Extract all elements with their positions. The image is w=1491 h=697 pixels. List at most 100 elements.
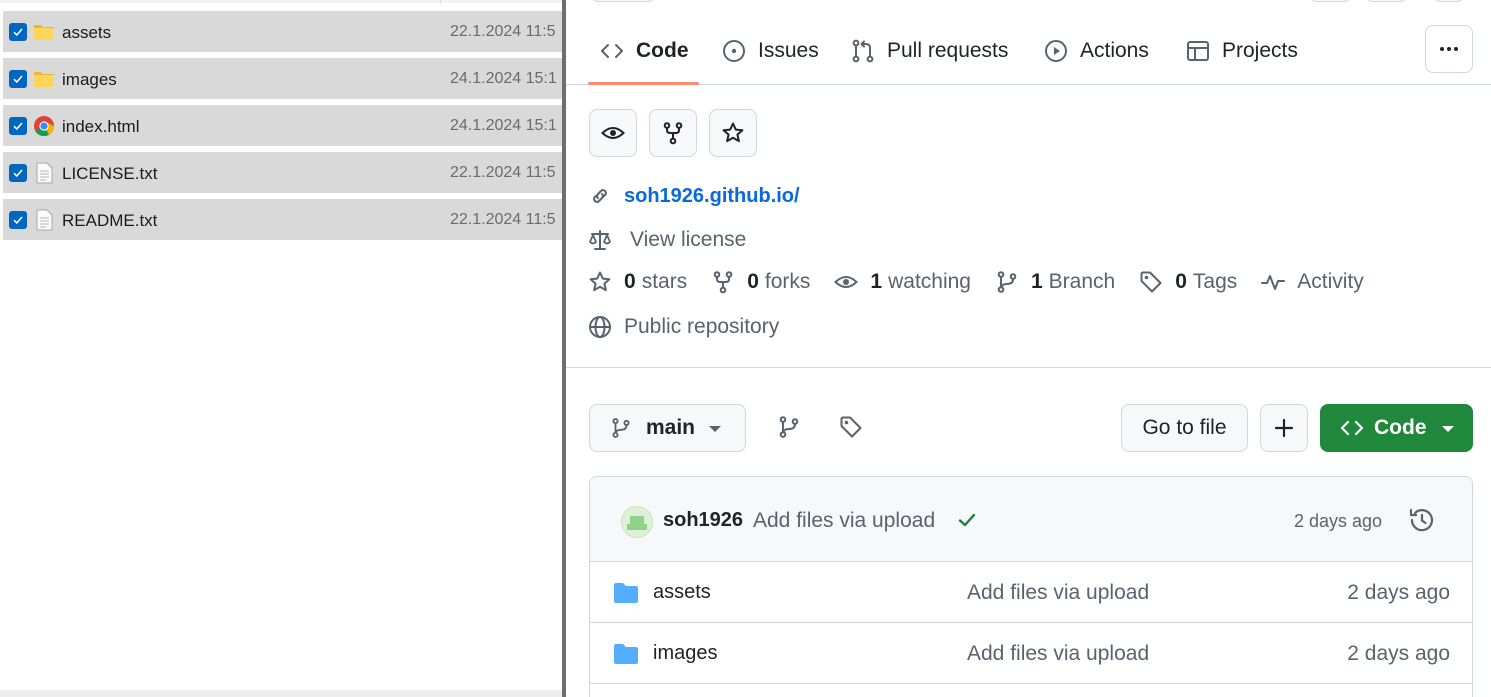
explorer-row-images[interactable]: images 24.1.2024 15:1 [3, 58, 562, 99]
star-icon [722, 122, 744, 143]
star-icon [589, 271, 611, 292]
tab-actions[interactable]: Actions [1044, 28, 1149, 74]
text-file-icon [36, 162, 53, 184]
stat-branches[interactable]: 1 Branch [995, 270, 1115, 294]
file-row-name[interactable]: assets [653, 581, 711, 604]
column-separator[interactable] [440, 0, 441, 3]
check-icon[interactable] [957, 510, 977, 530]
file-row-assets[interactable]: assets Add files via upload 2 days ago [590, 562, 1472, 623]
file-row-name[interactable]: images [653, 642, 717, 665]
checkbox[interactable] [9, 211, 27, 229]
branch-icon [997, 271, 1017, 293]
tab-label: Pull requests [887, 39, 1009, 62]
file-date: 22.1.2024 11:5 [450, 211, 556, 228]
branches-link[interactable] [776, 414, 802, 440]
stat-forks[interactable]: 0 forks [711, 270, 810, 294]
watch-button[interactable] [589, 109, 637, 157]
code-button-label: Code [1374, 416, 1427, 439]
file-row-commit[interactable]: Add files via upload [967, 642, 1149, 666]
fork-button[interactable] [649, 109, 697, 157]
checkbox[interactable] [9, 23, 27, 41]
checkbox[interactable] [9, 164, 27, 182]
checkbox[interactable] [9, 117, 27, 135]
folder-icon [34, 25, 54, 40]
tags-link[interactable] [838, 414, 864, 440]
tab-label: Code [636, 39, 689, 62]
watching-count: 1 [870, 270, 883, 293]
section-divider [566, 367, 1491, 368]
github-repo-page: Code Issues Pull requests Actions Projec… [566, 0, 1491, 697]
explorer-row-assets[interactable]: assets 22.1.2024 11:5 [3, 11, 562, 52]
link-icon [593, 189, 607, 203]
code-dropdown-button[interactable]: Code [1320, 404, 1473, 452]
file-row-time: 2 days ago [1347, 581, 1450, 604]
stat-activity[interactable]: Activity [1261, 270, 1364, 294]
add-file-button[interactable] [1260, 404, 1308, 452]
kebab-horizontal-icon [1440, 47, 1458, 51]
tab-code[interactable]: Code [600, 28, 689, 74]
stars-count: 0 [624, 270, 636, 293]
repo-homepage-link[interactable]: soh1926.github.io/ [624, 185, 800, 208]
file-name: images [62, 70, 117, 89]
stars-label: stars [641, 270, 688, 293]
file-row-time: 2 days ago [1347, 642, 1450, 665]
stat-tags[interactable]: 0 Tags [1139, 270, 1237, 294]
license-label: View license [630, 228, 747, 251]
branch-icon [612, 418, 630, 438]
avatar[interactable] [621, 506, 653, 538]
file-row-images[interactable]: images Add files via upload 2 days ago [590, 623, 1472, 684]
commit-author[interactable]: soh1926 [663, 509, 743, 532]
horizontal-scrollbar[interactable] [0, 690, 562, 697]
plus-icon [1274, 418, 1294, 438]
file-name: index.html [62, 117, 140, 136]
stat-watching[interactable]: 1 watching [834, 270, 971, 294]
file-row-commit[interactable]: Add files via upload [967, 581, 1149, 605]
chrome-icon [34, 116, 55, 137]
explorer-row-index-html[interactable]: index.html 24.1.2024 15:1 [3, 105, 562, 146]
stat-stars[interactable]: 0 stars [588, 270, 687, 294]
fork-icon [713, 271, 733, 294]
tags-label: Tags [1192, 270, 1238, 293]
file-date: 24.1.2024 15:1 [450, 117, 557, 134]
triangle-down-icon [709, 426, 721, 432]
branch-icon [779, 416, 799, 438]
active-tab-indicator [588, 82, 699, 85]
tab-issues[interactable]: Issues [722, 28, 819, 74]
text-file-icon [36, 209, 53, 231]
branch-selector[interactable]: main [589, 404, 746, 452]
explorer-row-readme[interactable]: README.txt 22.1.2024 11:5 [3, 199, 562, 240]
file-explorer: assets 22.1.2024 11:5 images 24.1.2024 1… [0, 0, 562, 697]
globe-icon [589, 316, 611, 338]
go-to-file-button[interactable]: Go to file [1121, 404, 1248, 452]
repo-visibility: Public repository [588, 315, 779, 339]
play-icon [1045, 40, 1067, 62]
column-header-strip [0, 0, 562, 3]
table-icon [1187, 41, 1209, 61]
file-listing: soh1926 Add files via upload 2 days ago … [589, 476, 1473, 697]
star-button[interactable] [709, 109, 757, 157]
checkbox[interactable] [9, 70, 27, 88]
explorer-row-license[interactable]: LICENSE.txt 22.1.2024 11:5 [3, 152, 562, 193]
branch-count: 1 [1030, 270, 1043, 293]
pull-request-icon [852, 39, 874, 63]
tab-projects[interactable]: Projects [1186, 28, 1298, 74]
activity-label: Activity [1297, 270, 1364, 293]
commit-message[interactable]: Add files via upload [753, 509, 935, 533]
history-icon[interactable] [1408, 506, 1436, 534]
law-icon [589, 230, 611, 250]
forks-label: forks [764, 270, 811, 293]
tags-count: 0 [1175, 270, 1187, 293]
tab-label: Projects [1222, 39, 1298, 62]
folder-icon [614, 644, 638, 664]
repo-license[interactable]: View license [588, 228, 746, 252]
visibility-label: Public repository [624, 315, 780, 338]
issue-icon [723, 40, 745, 62]
tab-pull-requests[interactable]: Pull requests [851, 28, 1008, 74]
watching-label: watching [888, 270, 971, 293]
tab-label: Issues [758, 39, 819, 62]
file-name: README.txt [62, 211, 158, 230]
repo-stats: 0 stars 0 forks 1 watching 1 Branch 0 Ta… [588, 270, 1388, 294]
more-menu-button[interactable] [1425, 25, 1473, 73]
repo-nav-tabs: Code Issues Pull requests Actions Projec… [566, 0, 1491, 85]
folder-icon [614, 583, 638, 603]
